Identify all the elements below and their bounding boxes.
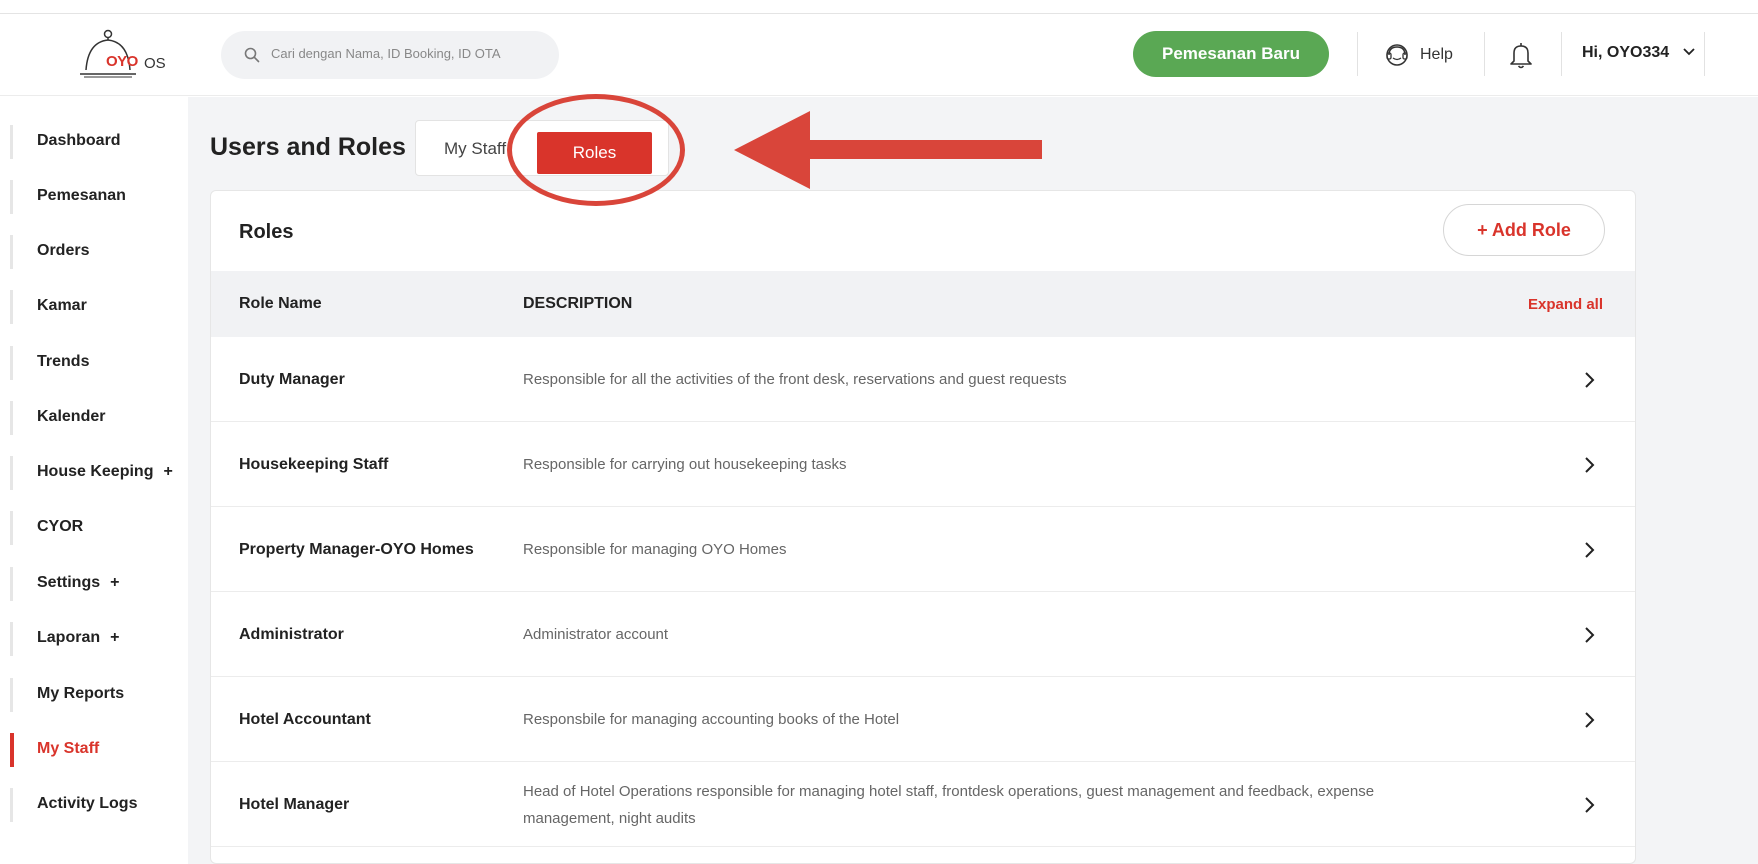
sidebar-item-my-reports[interactable]: My Reports	[10, 674, 188, 714]
page-title: Users and Roles	[210, 133, 406, 161]
divider	[1484, 32, 1485, 76]
sidebar-item-kalender[interactable]: Kalender	[10, 397, 188, 437]
chevron-right-icon[interactable]	[1583, 539, 1597, 561]
sidebar-item-house-keeping[interactable]: House Keeping +	[10, 452, 188, 492]
app-header: OYO OS Cari dengan Nama, ID Booking, ID …	[0, 14, 1758, 96]
sidebar-item-trends[interactable]: Trends	[10, 342, 188, 382]
sidebar-item-settings[interactable]: Settings +	[10, 563, 188, 603]
sidebar-indicator	[10, 678, 13, 712]
role-description: Head of Hotel Operations responsible for…	[523, 782, 1375, 827]
sidebar-item-label: My Reports	[37, 685, 125, 702]
sidebar-item-kamar[interactable]: Kamar	[10, 286, 188, 326]
sidebar-item-label: Pemesanan	[37, 187, 126, 204]
sidebar-item-laporan[interactable]: Laporan +	[10, 618, 188, 658]
search-input[interactable]: Cari dengan Nama, ID Booking, ID OTA	[221, 31, 559, 79]
sidebar-item-label: Kalender	[37, 408, 106, 425]
expand-plus-icon: +	[110, 574, 120, 591]
oyo-os-logo[interactable]: OYO OS	[78, 28, 168, 82]
table-row[interactable]: Property Manager-OYO Homes Responsible f…	[211, 507, 1635, 592]
role-description: Responsible for all the activities of th…	[523, 371, 1067, 388]
search-icon	[244, 47, 260, 63]
sidebar-item-pemesanan[interactable]: Pemesanan	[10, 176, 188, 216]
role-name: Duty Manager	[239, 370, 345, 388]
tab-my-staff[interactable]: My Staff	[444, 139, 506, 159]
role-description: Administrator account	[523, 626, 669, 643]
chevron-right-icon[interactable]	[1583, 624, 1597, 646]
divider	[1561, 32, 1562, 76]
sidebar-item-label: Kamar	[37, 297, 87, 314]
sidebar-indicator	[10, 290, 13, 324]
sidebar-item-label: Settings +	[37, 574, 120, 591]
sidebar-item-cyor[interactable]: CYOR	[10, 507, 188, 547]
tab-roles[interactable]: Roles	[537, 132, 652, 174]
tab-group: My Staff Roles	[415, 120, 669, 176]
chevron-right-icon[interactable]	[1583, 709, 1597, 731]
sidebar-item-dashboard[interactable]: Dashboard	[10, 121, 188, 161]
sidebar-item-orders[interactable]: Orders	[10, 231, 188, 271]
sidebar-item-label: Dashboard	[37, 132, 121, 149]
column-role-name: Role Name	[239, 295, 322, 312]
card-title: Roles	[239, 221, 294, 243]
sidebar-active-indicator	[10, 733, 14, 767]
table-row[interactable]: Housekeeping Staff Responsible for carry…	[211, 422, 1635, 507]
chevron-right-icon[interactable]	[1583, 369, 1597, 391]
table-row[interactable]: Administrator Administrator account	[211, 592, 1635, 677]
logo-suffix: OS	[144, 55, 166, 72]
role-name: Hotel Manager	[239, 795, 350, 813]
top-strip	[0, 0, 1758, 14]
sidebar-indicator	[10, 788, 13, 822]
user-greeting: Hi, OYO334	[1582, 44, 1670, 61]
divider	[1357, 32, 1358, 76]
user-menu[interactable]: Hi, OYO334	[1582, 44, 1696, 62]
sidebar-item-my-staff[interactable]: My Staff	[10, 729, 188, 769]
table-header: Role Name DESCRIPTION Expand all	[211, 271, 1635, 337]
chevron-down-icon	[1682, 48, 1695, 56]
bell-icon[interactable]	[1508, 40, 1534, 70]
sidebar-indicator	[10, 456, 13, 490]
chevron-right-icon[interactable]	[1583, 794, 1597, 816]
sidebar-indicator	[10, 125, 13, 159]
table-row[interactable]: Hotel Accountant Responsbile for managin…	[211, 677, 1635, 762]
sidebar-item-label: CYOR	[37, 518, 84, 535]
new-booking-button[interactable]: Pemesanan Baru	[1133, 31, 1329, 77]
search-placeholder: Cari dengan Nama, ID Booking, ID OTA	[271, 46, 501, 61]
role-description: Responsible for managing OYO Homes	[523, 541, 787, 558]
expand-plus-icon: +	[163, 463, 173, 480]
column-description: DESCRIPTION	[523, 295, 633, 312]
sidebar-item-label: Laporan +	[37, 629, 120, 646]
sidebar-item-label: House Keeping +	[37, 463, 173, 480]
main-content: Users and Roles My Staff Roles Roles + A…	[188, 97, 1758, 864]
role-description: Responsible for carrying out housekeepin…	[523, 456, 847, 473]
expand-all-link[interactable]: Expand all	[1528, 296, 1603, 313]
sidebar-item-activity-logs[interactable]: Activity Logs	[10, 784, 188, 824]
chevron-right-icon[interactable]	[1583, 454, 1597, 476]
sidebar-indicator	[10, 622, 13, 656]
logo-text: OYO	[106, 53, 138, 70]
sidebar-item-label: Activity Logs	[37, 795, 138, 812]
sidebar: Dashboard Pemesanan Orders Kamar Trends …	[0, 97, 188, 864]
sidebar-indicator	[10, 180, 13, 214]
sidebar-indicator	[10, 346, 13, 380]
sidebar-item-label: Trends	[37, 353, 90, 370]
sidebar-indicator	[10, 235, 13, 269]
divider	[1704, 32, 1705, 76]
role-name: Housekeeping Staff	[239, 455, 389, 473]
role-name: Hotel Accountant	[239, 710, 371, 728]
help-icon	[1386, 44, 1408, 66]
table-row[interactable]: Duty Manager Responsible for all the act…	[211, 337, 1635, 422]
sidebar-item-label: Orders	[37, 242, 90, 259]
table-row[interactable]: Hotel Manager Head of Hotel Operations r…	[211, 762, 1635, 847]
sidebar-indicator	[10, 511, 13, 545]
role-name: Administrator	[239, 625, 344, 643]
expand-plus-icon: +	[110, 629, 120, 646]
sidebar-indicator	[10, 401, 13, 435]
add-role-button[interactable]: + Add Role	[1443, 204, 1605, 256]
sidebar-item-label: My Staff	[37, 740, 100, 757]
roles-card: Roles + Add Role Role Name DESCRIPTION E…	[210, 190, 1636, 864]
role-name: Property Manager-OYO Homes	[239, 540, 474, 558]
help-label: Help	[1420, 46, 1453, 63]
sidebar-indicator	[10, 567, 13, 601]
role-description: Responsbile for managing accounting book…	[523, 711, 900, 728]
